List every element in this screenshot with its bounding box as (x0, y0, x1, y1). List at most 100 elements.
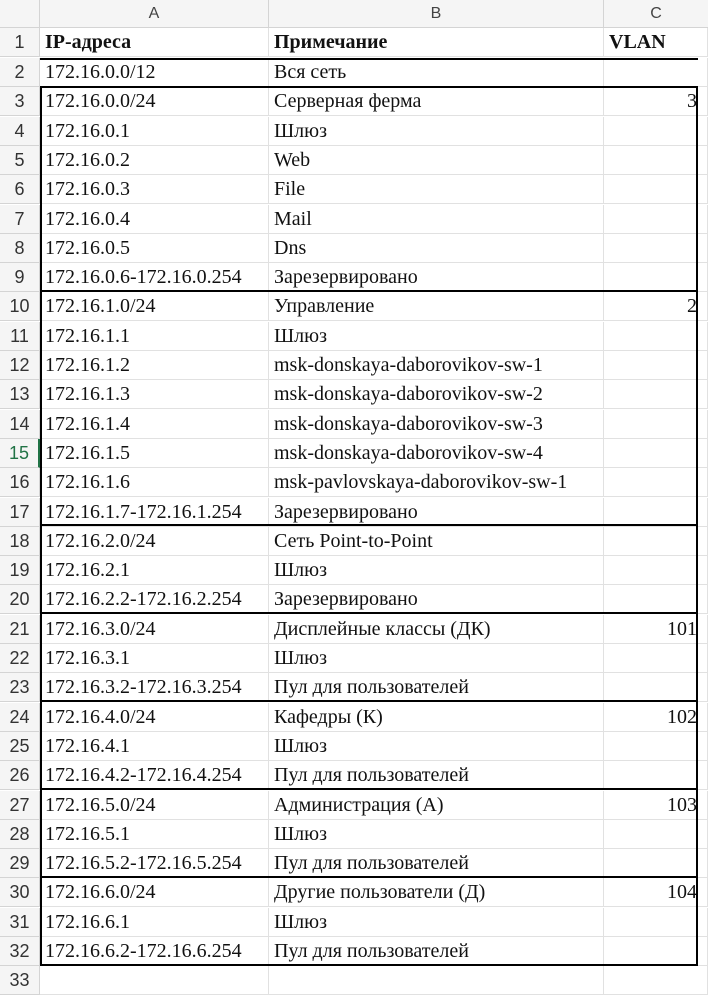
cell-b-4[interactable]: Шлюз (269, 117, 604, 146)
cell-a-16[interactable]: 172.16.1.6 (40, 468, 269, 497)
row-header-9[interactable]: 9 (0, 263, 40, 292)
cell-a-5[interactable]: 172.16.0.2 (40, 146, 269, 175)
cell-b-6[interactable]: File (269, 175, 604, 204)
row-header-24[interactable]: 24 (0, 703, 40, 732)
cell-a-18[interactable]: 172.16.2.0/24 (40, 527, 269, 556)
cell-b-27[interactable]: Администрация (А) (269, 791, 604, 820)
row-header-13[interactable]: 13 (0, 380, 40, 409)
cell-c-27[interactable]: 103 (604, 791, 708, 820)
cell-a-33[interactable] (40, 966, 269, 995)
cell-b-7[interactable]: Mail (269, 205, 604, 234)
row-header-27[interactable]: 27 (0, 791, 40, 820)
row-header-6[interactable]: 6 (0, 175, 40, 204)
cell-a-26[interactable]: 172.16.4.2-172.16.4.254 (40, 761, 269, 790)
header-cell-vlan[interactable]: VLAN (604, 28, 708, 57)
row-header-21[interactable]: 21 (0, 615, 40, 644)
cell-b-14[interactable]: msk-donskaya-daborovikov-sw-3 (269, 410, 604, 439)
cell-c-25[interactable] (604, 732, 708, 761)
row-header-5[interactable]: 5 (0, 146, 40, 175)
row-header-19[interactable]: 19 (0, 556, 40, 585)
row-header-22[interactable]: 22 (0, 644, 40, 673)
cell-a-29[interactable]: 172.16.5.2-172.16.5.254 (40, 849, 269, 878)
cell-c-19[interactable] (604, 556, 708, 585)
cell-c-11[interactable] (604, 322, 708, 351)
row-header-18[interactable]: 18 (0, 527, 40, 556)
cell-b-11[interactable]: Шлюз (269, 322, 604, 351)
cell-b-18[interactable]: Сеть Point-to-Point (269, 527, 604, 556)
cell-a-13[interactable]: 172.16.1.3 (40, 380, 269, 409)
cell-c-26[interactable] (604, 761, 708, 790)
cell-a-2[interactable]: 172.16.0.0/12 (40, 58, 269, 87)
row-header-31[interactable]: 31 (0, 908, 40, 937)
cell-a-4[interactable]: 172.16.0.1 (40, 117, 269, 146)
row-header-11[interactable]: 11 (0, 322, 40, 351)
cell-a-25[interactable]: 172.16.4.1 (40, 732, 269, 761)
cell-a-22[interactable]: 172.16.3.1 (40, 644, 269, 673)
cell-b-3[interactable]: Серверная ферма (269, 87, 604, 116)
cell-b-10[interactable]: Управление (269, 292, 604, 321)
cell-a-11[interactable]: 172.16.1.1 (40, 322, 269, 351)
row-header-10[interactable]: 10 (0, 292, 40, 321)
cell-b-21[interactable]: Дисплейные классы (ДК) (269, 615, 604, 644)
cell-c-8[interactable] (604, 234, 708, 263)
cell-b-33[interactable] (269, 966, 604, 995)
row-header-8[interactable]: 8 (0, 234, 40, 263)
cell-b-13[interactable]: msk-donskaya-daborovikov-sw-2 (269, 380, 604, 409)
cell-b-26[interactable]: Пул для пользователей (269, 761, 604, 790)
cell-b-28[interactable]: Шлюз (269, 820, 604, 849)
row-header-23[interactable]: 23 (0, 673, 40, 702)
cell-a-17[interactable]: 172.16.1.7-172.16.1.254 (40, 498, 269, 527)
row-header-16[interactable]: 16 (0, 468, 40, 497)
cell-a-15[interactable]: 172.16.1.5 (40, 439, 269, 468)
cell-c-32[interactable] (604, 937, 708, 966)
cell-b-24[interactable]: Кафедры (К) (269, 703, 604, 732)
cell-a-7[interactable]: 172.16.0.4 (40, 205, 269, 234)
cell-c-17[interactable] (604, 498, 708, 527)
row-header-33[interactable]: 33 (0, 966, 40, 995)
cell-c-15[interactable] (604, 439, 708, 468)
row-header-25[interactable]: 25 (0, 732, 40, 761)
cell-c-12[interactable] (604, 351, 708, 380)
cell-b-8[interactable]: Dns (269, 234, 604, 263)
cell-a-8[interactable]: 172.16.0.5 (40, 234, 269, 263)
row-header-29[interactable]: 29 (0, 849, 40, 878)
select-all-corner[interactable] (0, 0, 40, 28)
row-header-30[interactable]: 30 (0, 878, 40, 907)
cell-a-14[interactable]: 172.16.1.4 (40, 410, 269, 439)
cell-a-28[interactable]: 172.16.5.1 (40, 820, 269, 849)
cell-a-12[interactable]: 172.16.1.2 (40, 351, 269, 380)
cell-c-21[interactable]: 101 (604, 615, 708, 644)
cell-c-6[interactable] (604, 175, 708, 204)
row-header-32[interactable]: 32 (0, 937, 40, 966)
cell-c-22[interactable] (604, 644, 708, 673)
row-header-28[interactable]: 28 (0, 820, 40, 849)
row-header-17[interactable]: 17 (0, 498, 40, 527)
cell-a-20[interactable]: 172.16.2.2-172.16.2.254 (40, 585, 269, 614)
cell-b-23[interactable]: Пул для пользователей (269, 673, 604, 702)
row-header-4[interactable]: 4 (0, 117, 40, 146)
cell-c-2[interactable] (604, 58, 708, 87)
cell-c-7[interactable] (604, 205, 708, 234)
cell-c-16[interactable] (604, 468, 708, 497)
cell-a-9[interactable]: 172.16.0.6-172.16.0.254 (40, 263, 269, 292)
cell-b-12[interactable]: msk-donskaya-daborovikov-sw-1 (269, 351, 604, 380)
cell-b-5[interactable]: Web (269, 146, 604, 175)
cell-c-20[interactable] (604, 585, 708, 614)
row-header-15[interactable]: 15 (0, 439, 40, 468)
cell-b-19[interactable]: Шлюз (269, 556, 604, 585)
cell-a-21[interactable]: 172.16.3.0/24 (40, 615, 269, 644)
cell-c-3[interactable]: 3 (604, 87, 708, 116)
row-header-7[interactable]: 7 (0, 205, 40, 234)
cell-a-3[interactable]: 172.16.0.0/24 (40, 87, 269, 116)
cell-c-9[interactable] (604, 263, 708, 292)
cell-b-25[interactable]: Шлюз (269, 732, 604, 761)
cell-c-10[interactable]: 2 (604, 292, 708, 321)
row-header-14[interactable]: 14 (0, 410, 40, 439)
row-header-1[interactable]: 1 (0, 28, 40, 57)
row-header-3[interactable]: 3 (0, 87, 40, 116)
cell-c-23[interactable] (604, 673, 708, 702)
cell-b-32[interactable]: Пул для пользователей (269, 937, 604, 966)
column-header-a[interactable]: A (40, 0, 269, 28)
header-cell-note[interactable]: Примечание (269, 28, 604, 57)
cell-c-33[interactable] (604, 966, 708, 995)
